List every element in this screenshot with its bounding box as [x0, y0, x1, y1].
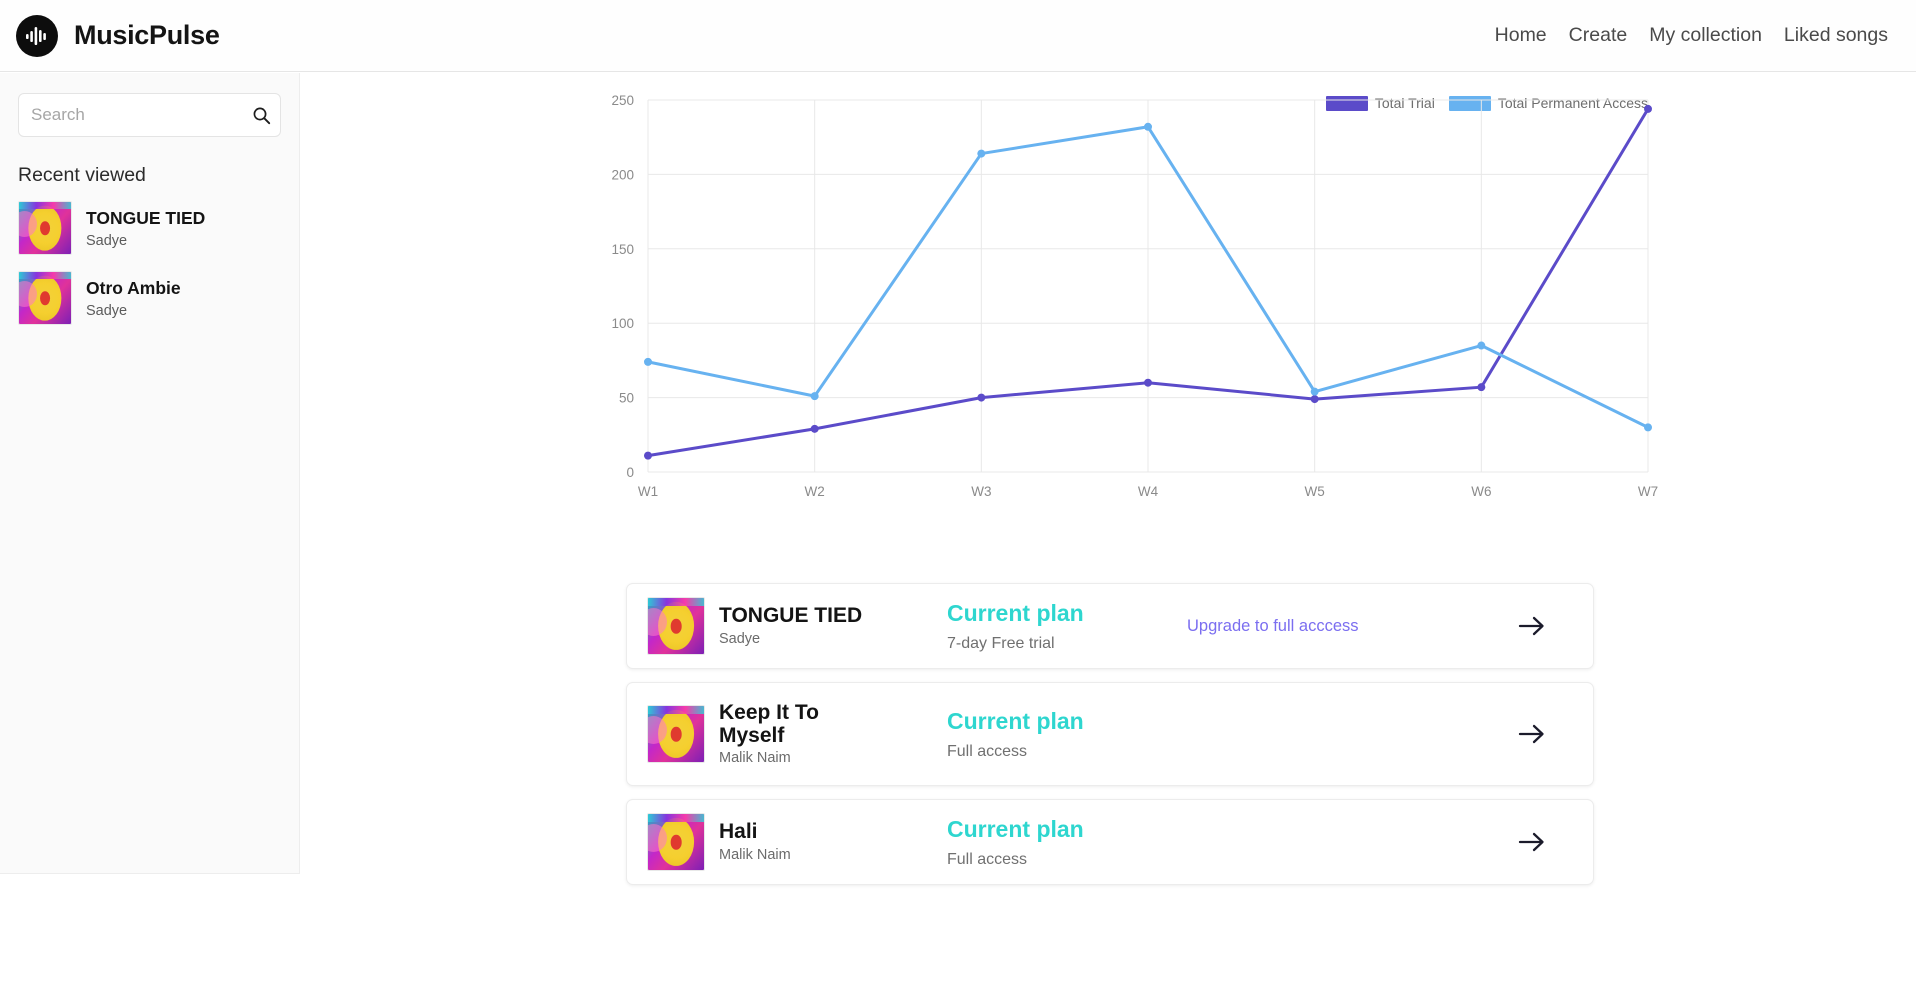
svg-text:150: 150: [611, 242, 634, 257]
plan-subtext: Full access: [947, 742, 1028, 760]
search-field[interactable]: [18, 93, 281, 137]
album-art-icon: [18, 271, 72, 325]
album-art-icon: [647, 705, 705, 763]
list-item[interactable]: Otro Ambie Sadye: [18, 271, 281, 325]
card-song-info: Hali Malik Naim: [647, 813, 947, 871]
svg-text:100: 100: [611, 316, 634, 331]
svg-text:W1: W1: [638, 484, 658, 499]
search-icon[interactable]: [252, 106, 271, 125]
svg-text:W2: W2: [805, 484, 825, 499]
album-art-icon: [647, 597, 705, 655]
upgrade-to-full-access-link[interactable]: Upgrade to full acccess: [1187, 617, 1359, 636]
arrow-right-icon[interactable]: [1517, 615, 1573, 637]
subscription-card[interactable]: Hali Malik Naim Current plan Full access: [626, 799, 1594, 885]
svg-text:50: 50: [619, 391, 634, 406]
card-title: Hali: [719, 820, 758, 844]
card-action-area: Upgrade to full acccess: [1187, 617, 1517, 636]
main-nav: Home Create My collection Liked songs: [1495, 24, 1916, 47]
card-plan-info: Current plan Full access: [947, 708, 1187, 761]
nav-link-liked-songs[interactable]: Liked songs: [1784, 24, 1888, 47]
card-artist: Malik Naim: [719, 846, 791, 863]
card-artist: Sadye: [719, 630, 761, 647]
plan-heading: Current plan: [947, 815, 1084, 842]
recent-viewed-heading: Recent viewed: [18, 164, 146, 186]
list-item-title: Otro Ambie: [86, 277, 181, 298]
svg-text:0: 0: [626, 465, 634, 480]
plan-heading: Current plan: [947, 707, 1084, 734]
card-plan-info: Current plan Full access: [947, 816, 1187, 869]
list-item[interactable]: TONGUE TIED Sadye: [18, 201, 281, 255]
usage-line-chart: Total Trial Total Permanent Access 0 50 10…: [300, 73, 1916, 583]
subscription-card[interactable]: TONGUE TIED Sadye Current plan 7-day Fre…: [626, 583, 1594, 669]
album-art-icon: [647, 813, 705, 871]
plan-subtext: Full access: [947, 850, 1028, 868]
card-title: Keep It To Myself: [719, 700, 819, 747]
sidebar: Recent viewed TONGUE TIED Sadye Otro Amb…: [0, 73, 300, 874]
plan-heading: Current plan: [947, 599, 1084, 626]
subscription-card[interactable]: Keep It To Myself Malik Naim Current pla…: [626, 682, 1594, 786]
svg-text:200: 200: [611, 167, 634, 182]
svg-text:W5: W5: [1305, 484, 1325, 499]
arrow-right-icon[interactable]: [1517, 831, 1573, 853]
brand-name: MusicPulse: [74, 20, 220, 50]
card-plan-info: Current plan 7-day Free trial: [947, 600, 1187, 653]
nav-link-my-collection[interactable]: My collection: [1649, 24, 1762, 47]
subscription-card-list: TONGUE TIED Sadye Current plan 7-day Fre…: [626, 583, 1594, 885]
svg-text:250: 250: [611, 93, 634, 108]
card-artist: Malik Naim: [719, 750, 791, 767]
svg-text:W3: W3: [971, 484, 991, 499]
nav-link-create[interactable]: Create: [1569, 24, 1628, 47]
chart-canvas: 0 50 100 150 200 250 W1 W2 W3 W4 W5 W6 W7: [611, 93, 1658, 499]
pulse-logo-icon: [16, 14, 58, 57]
arrow-right-icon[interactable]: [1517, 723, 1573, 745]
list-item-artist: Sadye: [86, 232, 128, 249]
svg-text:W7: W7: [1638, 484, 1658, 499]
card-song-info: TONGUE TIED Sadye: [647, 597, 947, 655]
svg-text:W4: W4: [1138, 484, 1159, 499]
brand-logo[interactable]: MusicPulse: [0, 14, 220, 57]
svg-text:W6: W6: [1471, 484, 1491, 499]
plan-subtext: 7-day Free trial: [947, 634, 1055, 652]
list-item-artist: Sadye: [86, 302, 128, 319]
list-item-title: TONGUE TIED: [86, 207, 206, 228]
top-navigation-bar: MusicPulse Home Create My collection Lik…: [0, 0, 1916, 72]
search-input[interactable]: [31, 105, 252, 125]
nav-link-home[interactable]: Home: [1495, 24, 1547, 47]
card-song-info: Keep It To Myself Malik Naim: [647, 700, 947, 767]
album-art-icon: [18, 201, 72, 255]
card-title: TONGUE TIED: [719, 604, 863, 628]
